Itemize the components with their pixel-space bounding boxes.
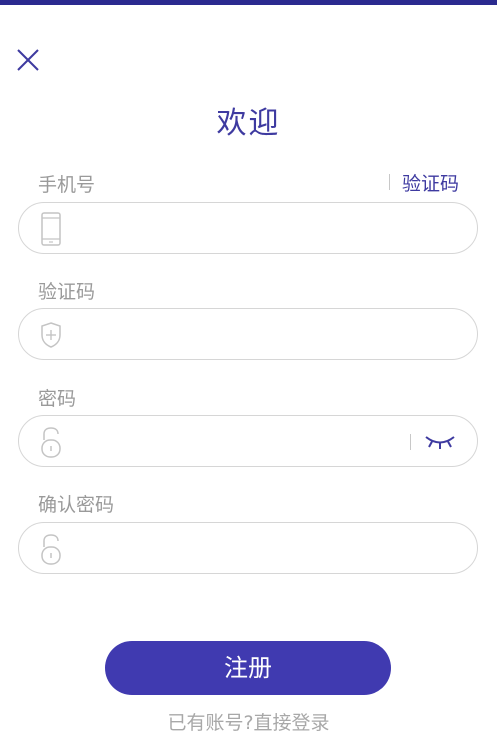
page-title: 欢迎 bbox=[216, 106, 281, 141]
password-input[interactable] bbox=[81, 424, 401, 460]
code-input[interactable] bbox=[81, 317, 401, 353]
unlock-icon bbox=[39, 531, 63, 567]
register-button[interactable]: 注册 bbox=[105, 641, 391, 695]
phone-input[interactable] bbox=[81, 211, 401, 247]
phone-label: 手机号 bbox=[38, 174, 96, 196]
shield-plus-icon bbox=[39, 317, 63, 353]
mobile-phone-icon bbox=[39, 211, 63, 247]
send-code-label: 验证码 bbox=[401, 172, 459, 195]
code-label: 验证码 bbox=[38, 281, 96, 303]
password-label: 密码 bbox=[38, 388, 77, 410]
confirm-password-field[interactable] bbox=[18, 522, 478, 574]
phone-field[interactable] bbox=[18, 202, 478, 254]
confirm-password-label: 确认密码 bbox=[38, 494, 115, 516]
password-toggle bbox=[410, 428, 457, 456]
unlock-icon bbox=[39, 424, 63, 460]
login-link[interactable]: 已有账号?直接登录 bbox=[0, 708, 497, 735]
divider bbox=[410, 434, 411, 450]
close-icon[interactable] bbox=[12, 44, 44, 76]
password-field[interactable] bbox=[18, 415, 478, 467]
confirm-password-input[interactable] bbox=[81, 531, 401, 567]
eye-closed-icon[interactable] bbox=[423, 432, 457, 452]
send-code-button[interactable]: 验证码 bbox=[388, 170, 459, 195]
divider bbox=[388, 174, 390, 190]
code-field[interactable] bbox=[18, 308, 478, 360]
top-accent-bar bbox=[0, 0, 497, 5]
